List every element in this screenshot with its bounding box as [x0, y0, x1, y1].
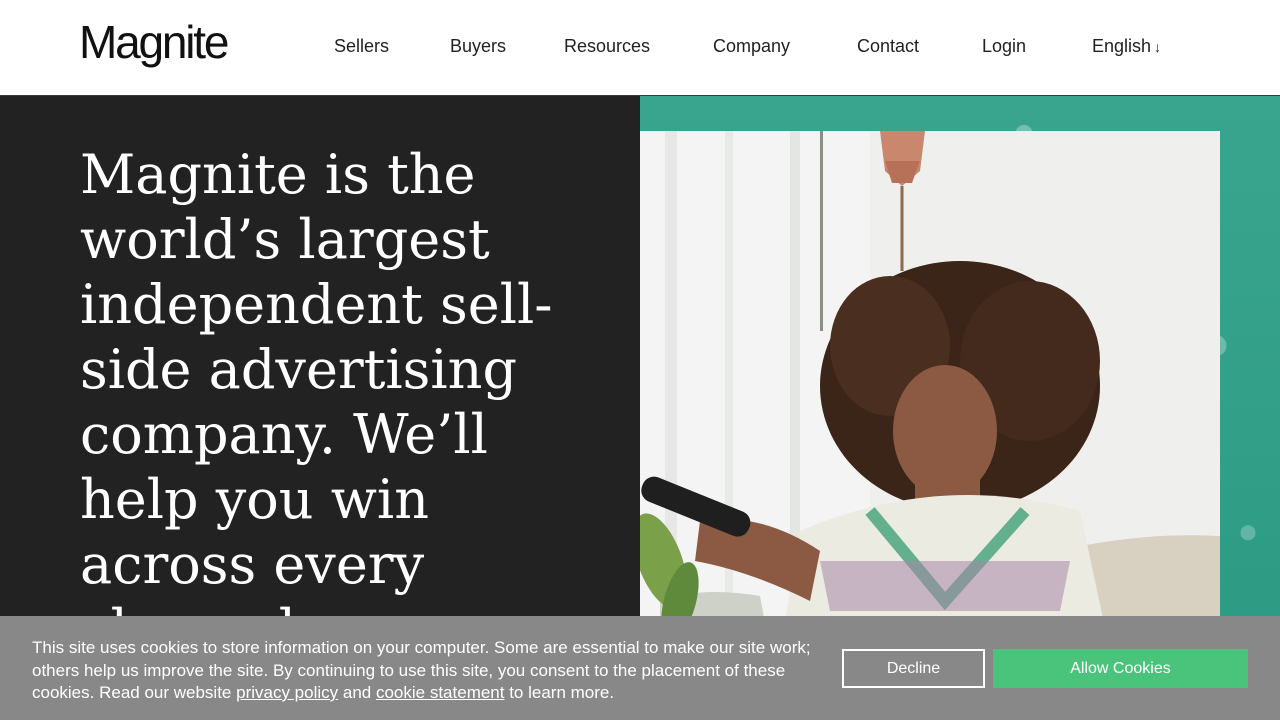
language-selector[interactable]: English ↓ — [1092, 34, 1161, 59]
hero-headline: Magnite is the world’s largest independe… — [80, 143, 553, 661]
allow-cookies-button[interactable]: Allow Cookies — [993, 649, 1248, 688]
cookie-text-end: to learn more. — [504, 683, 615, 702]
woman-watching-tv-photo — [640, 131, 1220, 651]
nav-resources[interactable]: Resources — [564, 34, 650, 58]
nav-company[interactable]: Company — [713, 34, 790, 58]
language-label: English — [1092, 36, 1152, 56]
nav-contact[interactable]: Contact — [857, 34, 919, 58]
decline-button[interactable]: Decline — [842, 649, 985, 688]
site-header: Magnite Sellers Buyers Resources Company… — [0, 0, 1280, 96]
nav-sellers[interactable]: Sellers — [334, 34, 389, 58]
cookie-banner: This site uses cookies to store informat… — [0, 616, 1280, 720]
magnite-logo[interactable]: Magnite — [79, 14, 229, 70]
cookie-statement-link[interactable]: cookie statement — [376, 683, 505, 702]
privacy-policy-link[interactable]: privacy policy — [236, 683, 338, 702]
arrow-down-icon: ↓ — [1154, 39, 1162, 55]
cookie-message: This site uses cookies to store informat… — [32, 637, 842, 705]
cookie-text-and: and — [338, 683, 376, 702]
photo-illustration — [640, 131, 1220, 651]
nav-buyers[interactable]: Buyers — [450, 34, 506, 58]
nav-login[interactable]: Login — [982, 34, 1026, 58]
